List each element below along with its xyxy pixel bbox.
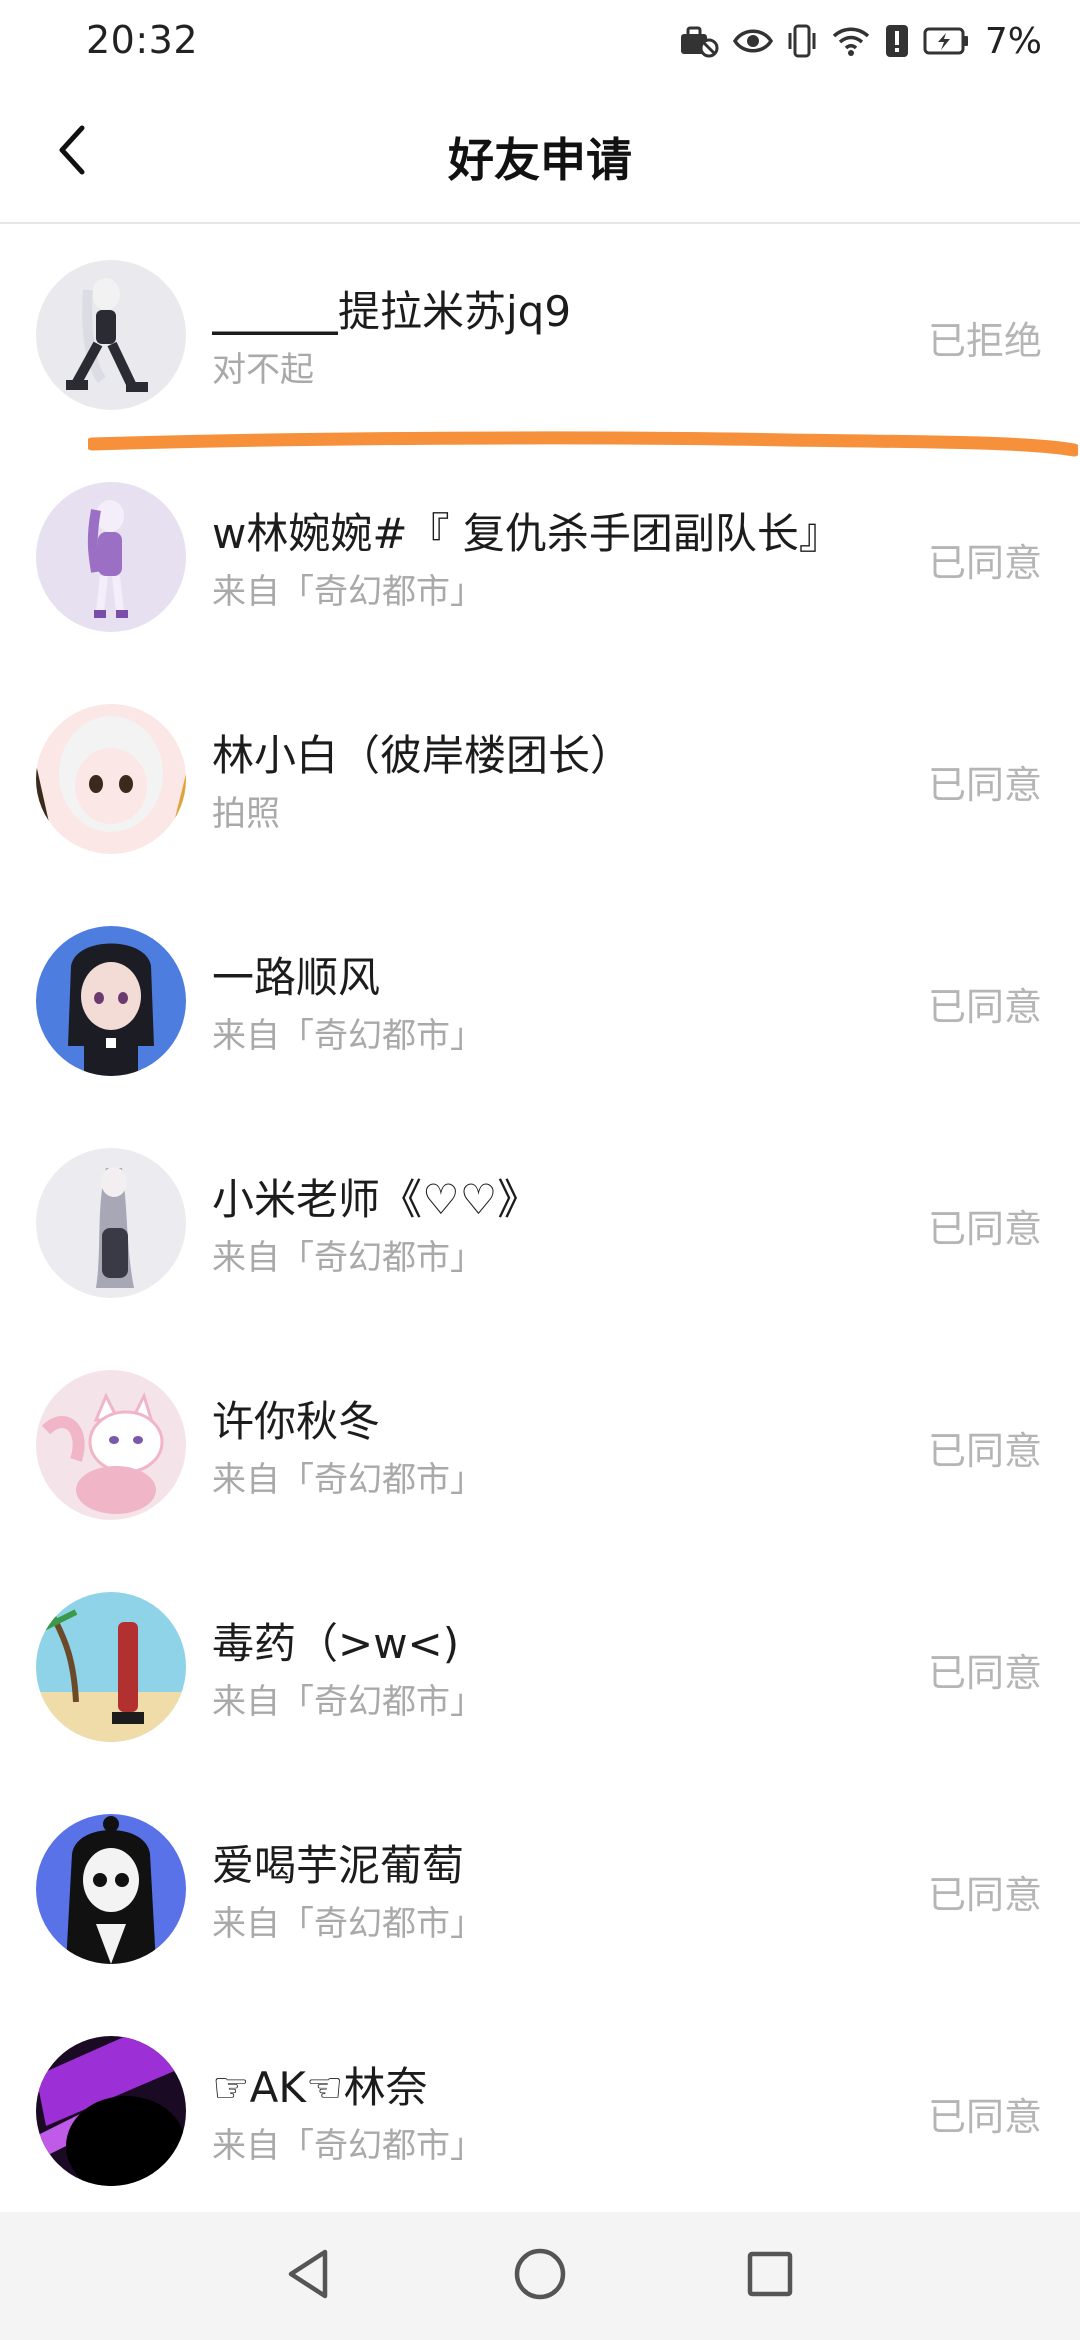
avatar[interactable] — [36, 1370, 186, 1520]
request-message: 来自「奇幻都市」 — [212, 572, 484, 612]
request-row[interactable]: 一路顺风 来自「奇幻都市」 已同意 — [0, 890, 1080, 1112]
request-message: 来自「奇幻都市」 — [212, 1016, 484, 1056]
page-title: 好友申请 — [448, 133, 632, 187]
nav-back-button[interactable] — [272, 2240, 344, 2312]
avatar[interactable] — [36, 926, 186, 1076]
request-name: 小米老师《♡♡》 — [212, 1175, 540, 1224]
request-message: 来自「奇幻都市」 — [212, 1460, 484, 1500]
avatar[interactable] — [36, 2036, 186, 2186]
avatar[interactable] — [36, 260, 186, 410]
status-icons: 7% — [679, 16, 1042, 66]
request-name: 爱喝芋泥葡萄 — [212, 1841, 465, 1890]
annotation-underline — [88, 431, 1078, 457]
status-label: 已同意 — [927, 541, 1042, 585]
request-message: 来自「奇幻都市」 — [212, 1682, 484, 1722]
avatar[interactable] — [36, 1148, 186, 1298]
avatar[interactable] — [36, 1814, 186, 1964]
status-label: 已同意 — [927, 2095, 1042, 2139]
request-message: 来自「奇幻都市」 — [212, 1904, 484, 1944]
nav-recents-icon — [744, 2248, 796, 2304]
wifi-icon — [831, 24, 871, 58]
request-name: ⎽⎽⎽提拉米苏jq9 — [212, 287, 572, 336]
request-row[interactable]: 许你秋冬 来自「奇幻都市」 已同意 — [0, 1334, 1080, 1556]
request-message: 拍照 — [212, 794, 280, 834]
request-message: 来自「奇幻都市」 — [212, 2126, 484, 2166]
nav-home-icon — [512, 2246, 568, 2306]
system-nav-bar — [0, 2212, 1080, 2340]
avatar[interactable] — [36, 482, 186, 632]
avatar[interactable] — [36, 1592, 186, 1742]
request-row[interactable]: 林小白（彼岸楼团长） 拍照 已同意 — [0, 668, 1080, 890]
status-label: 已同意 — [927, 1651, 1042, 1695]
request-row[interactable]: 小米老师《♡♡》 来自「奇幻都市」 已同意 — [0, 1112, 1080, 1334]
friend-request-list: ⎽⎽⎽提拉米苏jq9 对不起 已拒绝 w林婉婉#『 复仇杀手团副队长』 来自「奇… — [0, 224, 1080, 2222]
status-label: 已同意 — [927, 1429, 1042, 1473]
request-row[interactable]: ☞AK☜林奈 来自「奇幻都市」 已同意 — [0, 2000, 1080, 2222]
status-label: 已同意 — [927, 1873, 1042, 1917]
battery-charging-icon — [923, 26, 969, 56]
eye-icon — [732, 26, 773, 56]
status-label: 已同意 — [927, 1207, 1042, 1251]
request-row[interactable]: 爱喝芋泥葡萄 来自「奇幻都市」 已同意 — [0, 1778, 1080, 2000]
request-message: 对不起 — [212, 350, 314, 390]
request-name: 毒药（>w<) — [212, 1619, 460, 1668]
nav-home-button[interactable] — [504, 2240, 576, 2312]
vibrate-icon — [787, 23, 817, 59]
nav-back-icon — [283, 2246, 333, 2306]
request-name: 许你秋冬 — [212, 1397, 381, 1446]
battery-percent: 7% — [984, 20, 1042, 62]
status-label: 已同意 — [927, 985, 1042, 1029]
status-label: 已拒绝 — [927, 319, 1042, 363]
request-name: w林婉婉#『 复仇杀手团副队长』 — [212, 509, 841, 558]
briefcase-lock-icon — [679, 24, 719, 58]
status-bar: 20:32 7% — [0, 0, 1080, 84]
status-time: 20:32 — [86, 18, 199, 62]
app-header: 好友申请 — [0, 84, 1080, 224]
request-name: 林小白（彼岸楼团长） — [212, 731, 633, 780]
nav-recents-button[interactable] — [734, 2240, 806, 2312]
request-name: 一路顺风 — [212, 953, 381, 1002]
request-row[interactable]: 毒药（>w<) 来自「奇幻都市」 已同意 — [0, 1556, 1080, 1778]
alert-icon — [885, 23, 909, 59]
request-row[interactable]: w林婉婉#『 复仇杀手团副队长』 来自「奇幻都市」 已同意 — [0, 446, 1080, 668]
avatar[interactable] — [36, 704, 186, 854]
request-message: 来自「奇幻都市」 — [212, 1238, 484, 1278]
request-name: ☞AK☜林奈 — [212, 2063, 428, 2112]
request-row[interactable]: ⎽⎽⎽提拉米苏jq9 对不起 已拒绝 — [0, 224, 1080, 446]
status-label: 已同意 — [927, 763, 1042, 807]
